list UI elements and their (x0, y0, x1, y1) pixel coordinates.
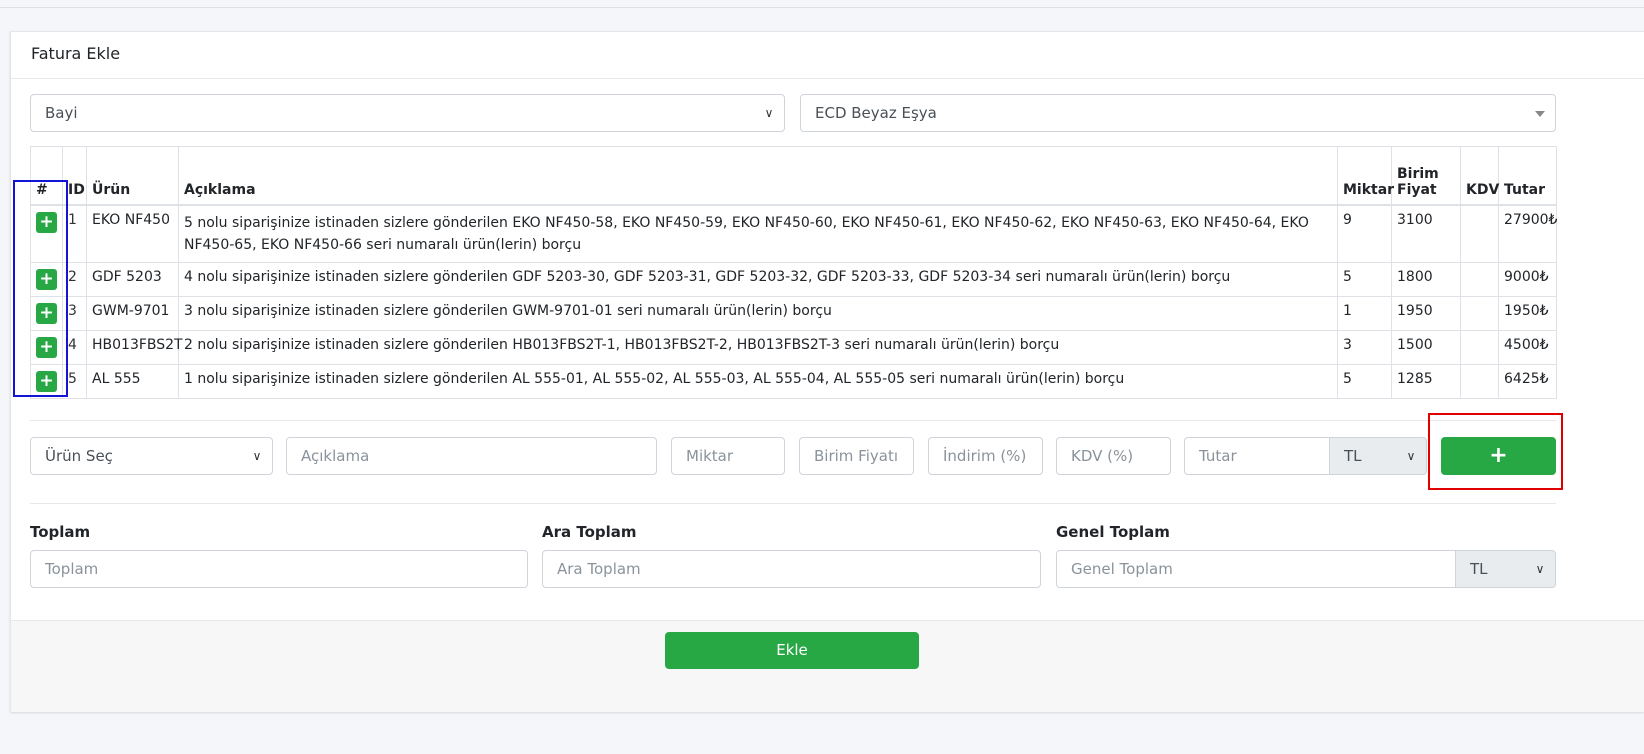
row-unit-price: 1800 (1391, 261, 1461, 297)
card-title: Fatura Ekle (11, 32, 1644, 79)
row-quantity: 5 (1337, 363, 1392, 399)
top-navbar (0, 0, 1644, 8)
chevron-down-icon: ∨ (764, 106, 774, 120)
table-row: + 4 HB013FBS2T 2 nolu siparişinize istin… (30, 329, 1557, 365)
row-quantity: 3 (1337, 329, 1392, 365)
col-unit-price: Birim Fiyat (1391, 146, 1461, 206)
grand-total-label: Genel Toplam (1056, 523, 1170, 541)
submit-button[interactable]: Ekle (665, 632, 919, 669)
card-footer: Ekle (11, 620, 1644, 712)
divider (30, 503, 1556, 504)
row-amount: 9000₺ (1498, 261, 1557, 297)
row-amount: 6425₺ (1498, 363, 1557, 399)
product-select[interactable]: Ürün Seç ∨ (30, 437, 273, 475)
grand-currency-select[interactable]: TL ∨ (1455, 550, 1556, 588)
subtotal-label: Ara Toplam (542, 523, 637, 541)
col-product: Ürün (86, 146, 179, 206)
row-vat (1460, 261, 1499, 297)
product-select-value: Ürün Seç (45, 447, 113, 465)
row-add-buttons-highlight (13, 180, 68, 397)
table-row: + 2 GDF 5203 4 nolu siparişinize istinad… (30, 261, 1557, 297)
chevron-down-icon: ∨ (252, 449, 262, 463)
col-vat: KDV (1460, 146, 1499, 206)
row-vat (1460, 295, 1499, 331)
row-unit-price: 1500 (1391, 329, 1461, 365)
vat-input[interactable]: KDV (%) (1056, 437, 1171, 475)
row-product: GDF 5203 (86, 261, 179, 297)
dealer-name-value: ECD Beyaz Eşya (815, 104, 937, 122)
add-item-button-highlight (1428, 413, 1563, 490)
invoice-card: Fatura Ekle Bayi ∨ ECD Beyaz Eşya # ID Ü… (10, 31, 1644, 712)
row-quantity: 9 (1337, 204, 1392, 263)
invoice-items-table: # ID Ürün Açıklama Miktar Birim Fiyat KD… (30, 146, 1557, 399)
description-input[interactable]: Açıklama (286, 437, 657, 475)
row-vat (1460, 204, 1499, 263)
row-unit-price: 1285 (1391, 363, 1461, 399)
row-unit-price: 1950 (1391, 295, 1461, 331)
row-product: EKO NF450 (86, 204, 179, 263)
row-description: 4 nolu siparişinize istinaden sizlere gö… (178, 261, 1338, 297)
dealer-type-value: Bayi (45, 104, 78, 122)
col-quantity: Miktar (1337, 146, 1394, 206)
row-amount: 27900₺ (1498, 204, 1557, 263)
row-quantity: 1 (1337, 295, 1392, 331)
row-description: 2 nolu siparişinize istinaden sizlere gö… (178, 329, 1338, 365)
table-row: + 3 GWM-9701 3 nolu siparişinize istinad… (30, 295, 1557, 331)
row-product: AL 555 (86, 363, 179, 399)
row-description: 1 nolu siparişinize istinaden sizlere gö… (178, 363, 1338, 399)
subtotal-input[interactable]: Ara Toplam (542, 550, 1041, 588)
table-row: + 1 EKO NF450 5 nolu siparişinize istina… (30, 204, 1557, 263)
table-header-row: # ID Ürün Açıklama Miktar Birim Fiyat KD… (30, 146, 1557, 206)
total-input[interactable]: Toplam (30, 550, 528, 588)
row-description: 5 nolu siparişinize istinaden sizlere gö… (178, 204, 1338, 263)
grand-currency-value: TL (1470, 560, 1488, 578)
row-description: 3 nolu siparişinize istinaden sizlere gö… (178, 295, 1338, 331)
row-product: HB013FBS2T (86, 329, 183, 365)
currency-select[interactable]: TL ∨ (1329, 437, 1427, 475)
divider (30, 420, 1556, 421)
chevron-down-icon: ∨ (1406, 449, 1416, 463)
row-unit-price: 3100 (1391, 204, 1461, 263)
row-amount: 4500₺ (1498, 329, 1557, 365)
col-amount: Tutar (1498, 146, 1557, 206)
caret-down-icon (1535, 111, 1545, 117)
amount-input[interactable]: Tutar (1184, 437, 1330, 475)
col-description: Açıklama (178, 146, 1338, 206)
currency-value: TL (1344, 447, 1362, 465)
row-amount: 1950₺ (1498, 295, 1557, 331)
chevron-down-icon: ∨ (1535, 562, 1545, 576)
quantity-input[interactable]: Miktar (671, 437, 785, 475)
unit-price-input[interactable]: Birim Fiyatı (799, 437, 914, 475)
table-row: + 5 AL 555 1 nolu siparişinize istinaden… (30, 363, 1557, 399)
total-label: Toplam (30, 523, 91, 541)
row-vat (1460, 363, 1499, 399)
discount-input[interactable]: İndirim (%) (928, 437, 1043, 475)
grand-total-input[interactable]: Genel Toplam (1056, 550, 1456, 588)
row-product: GWM-9701 (86, 295, 179, 331)
row-vat (1460, 329, 1499, 365)
row-quantity: 5 (1337, 261, 1392, 297)
dealer-type-select[interactable]: Bayi ∨ (30, 94, 785, 132)
dealer-name-select[interactable]: ECD Beyaz Eşya (800, 94, 1556, 132)
